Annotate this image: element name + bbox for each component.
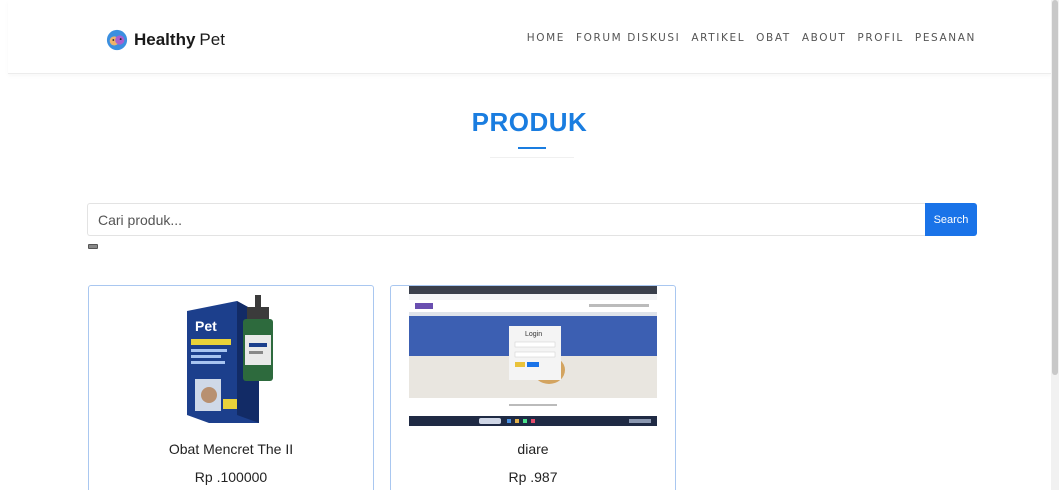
main-nav: HOME FORUM DISKUSI ARTIKEL OBAT ABOUT PR… [516,32,976,44]
nav-profil[interactable]: PROFIL [857,32,903,44]
section-header: PRODUK [0,107,1059,138]
product-box-label: Pet [195,318,217,334]
search-button[interactable]: Search [925,203,977,236]
brand-logo[interactable]: Healthy Pet [106,28,225,52]
nav-pesanan[interactable]: PESANAN [915,32,976,44]
nav-obat[interactable]: OBAT [756,32,791,44]
nav-forum-diskusi[interactable]: FORUM DISKUSI [576,32,680,44]
product-name: diare [517,441,549,457]
pet-logo-icon [106,29,128,51]
nav-about[interactable]: ABOUT [802,32,847,44]
product-image: Pet [159,287,299,427]
brand-name-bold: Healthy [134,30,196,49]
nav-artikel[interactable]: ARTIKEL [691,32,745,44]
product-card[interactable]: Login diare Rp .987 [390,285,676,490]
product-card[interactable]: Pet Obat Mencret The II Rp .100000 [88,285,374,490]
navbar: Healthy Pet HOME FORUM DISKUSI ARTIKEL O… [8,0,1052,74]
brand-name-light: Pet [199,30,225,49]
filter-toggle[interactable] [88,244,98,249]
product-image: Login [409,286,657,426]
page-title: PRODUK [471,107,588,137]
search-bar: Search [87,203,977,236]
scrollbar-thumb[interactable] [1052,0,1058,375]
title-underline [518,147,546,149]
product-price: Rp .987 [508,469,558,485]
search-input[interactable] [87,203,925,236]
login-heading: Login [525,331,542,338]
product-price: Rp .100000 [194,469,268,485]
title-divider [490,157,574,158]
nav-home[interactable]: HOME [527,32,565,44]
page-scrollbar[interactable] [1051,0,1059,490]
product-name: Obat Mencret The II [168,441,294,457]
